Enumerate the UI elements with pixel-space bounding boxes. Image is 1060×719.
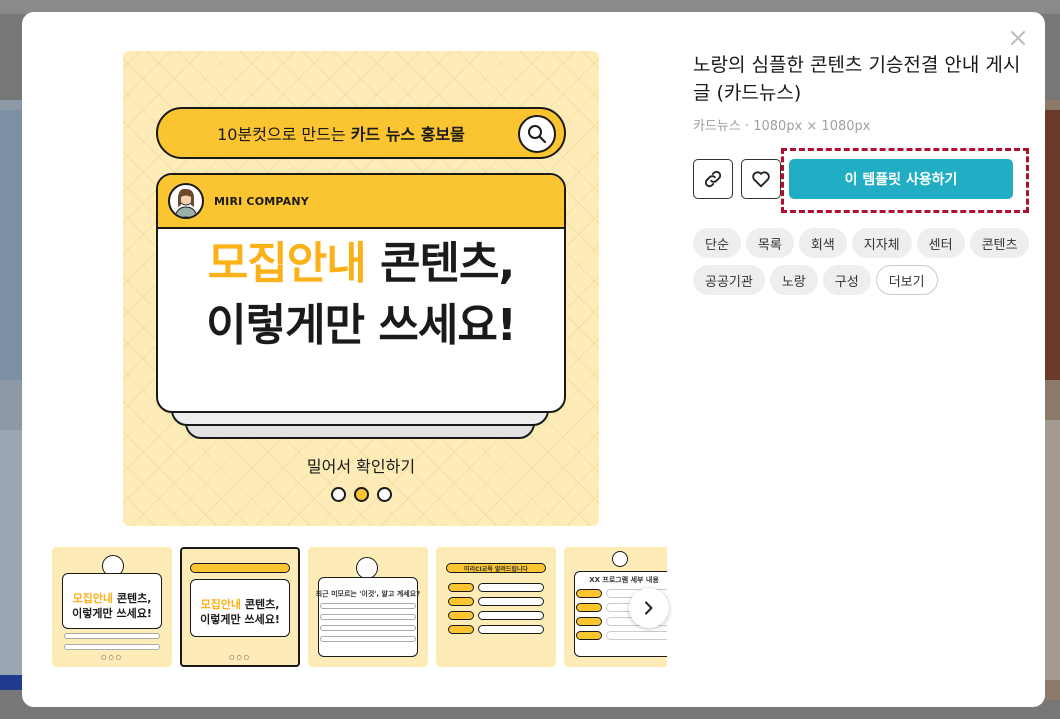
- avatar: [168, 183, 204, 219]
- headline-line2: 이렇게만 쓰세요!: [206, 300, 517, 351]
- tag-chip[interactable]: 구성: [822, 265, 871, 295]
- swipe-instruction: 밀어서 확인하기: [306, 457, 416, 476]
- thumbnail-title: 모집안내 콘텐츠, 이렇게만 쓰세요!: [200, 598, 280, 626]
- thumbnail-rows: [448, 583, 544, 639]
- thumbnail-title: XX 프로그램 세부 내용: [589, 576, 659, 584]
- headline-accent: 모집안내: [207, 238, 367, 289]
- preview-card: MIRI COMPANY 모집안내 콘텐츠, 이렇게만 쓰세요!: [156, 173, 566, 413]
- tag-chip[interactable]: 공공기관: [693, 265, 765, 295]
- thumbnail-next-button[interactable]: [629, 588, 669, 628]
- tag-chip[interactable]: 센터: [916, 228, 965, 258]
- template-meta: 카드뉴스 · 1080px × 1080px: [693, 119, 871, 134]
- thumbnail-title: 미리CI교육 알려드립니다: [464, 566, 528, 573]
- thumbnail-dots: ○○○: [229, 654, 251, 661]
- preview-search-bar: 10분컷으로 만드는 카드 뉴스 홍보물: [156, 107, 566, 159]
- page-dot: [376, 487, 392, 502]
- thumbnail-title: 최근 미모르는 '이것', 알고 계세요?: [315, 590, 421, 598]
- close-icon: [1011, 31, 1025, 45]
- tag-chip[interactable]: 노랑: [769, 265, 818, 295]
- close-button[interactable]: [1007, 27, 1029, 49]
- card-header: MIRI COMPANY: [158, 175, 564, 229]
- tag-chip[interactable]: 단순: [693, 228, 741, 258]
- thumbnail-2[interactable]: 모집안내 콘텐츠, 이렇게만 쓰세요! ○○○: [180, 547, 300, 667]
- link-icon: [704, 170, 722, 188]
- background-right-content: [1045, 100, 1060, 700]
- thumbnail-avatar: [356, 557, 378, 579]
- thumbnail-dots: ○○○: [101, 654, 123, 661]
- page-indicator: [123, 487, 599, 502]
- use-template-button[interactable]: 이 템플릿 사용하기: [789, 159, 1013, 199]
- thumbnail-1[interactable]: 모집안내 콘텐츠, 이렇게만 쓰세요! ○○○: [52, 547, 172, 667]
- page-dot-active: [353, 487, 369, 502]
- search-bar-text: 10분컷으로 만드는: [217, 125, 351, 144]
- copy-link-button[interactable]: [693, 159, 733, 199]
- template-preview: 10분컷으로 만드는 카드 뉴스 홍보물 MIRI COMPANY 모집안내 콘…: [123, 51, 599, 526]
- thumbnail-title: 모집안내 콘텐츠, 이렇게만 쓰세요!: [72, 592, 152, 620]
- company-name: MIRI COMPANY: [214, 194, 309, 208]
- thumbnail-4[interactable]: 미리CI교육 알려드립니다: [436, 547, 556, 667]
- tag-chip[interactable]: 회색: [798, 228, 847, 258]
- search-icon: [518, 115, 556, 153]
- thumbnail-lines: [64, 633, 160, 655]
- tags-more-button[interactable]: 더보기: [875, 265, 938, 295]
- thumbnail-bar: [190, 563, 290, 573]
- tag-chip[interactable]: 콘텐츠: [969, 228, 1030, 258]
- thumbnail-strip: 모집안내 콘텐츠, 이렇게만 쓰세요! ○○○ 모집안내 콘텐츠, 이렇게만 쓰세요…: [52, 547, 667, 667]
- tag-chip[interactable]: 지자체: [851, 228, 912, 258]
- search-bar-bold-text: 카드 뉴스 홍보물: [350, 125, 465, 144]
- tag-list: 단순 목록 회색 지자체 센터 콘텐츠 공공기관 노랑 구성 더보기: [693, 228, 1033, 295]
- headline-rest: 콘텐츠,: [365, 238, 515, 289]
- thumbnail-avatar: [612, 551, 628, 567]
- tag-chip[interactable]: 목록: [745, 228, 794, 258]
- favorite-button[interactable]: [741, 159, 781, 199]
- heart-icon: [752, 171, 770, 188]
- preview-headline: 모집안내 콘텐츠, 이렇게만 쓰세요!: [158, 233, 564, 357]
- thumbnail-3[interactable]: 최근 미모르는 '이것', 알고 계세요?: [308, 547, 428, 667]
- page-dot: [330, 487, 346, 502]
- template-title: 노랑의 심플한 콘텐츠 기승전결 안내 게시글 (카드뉴스): [693, 54, 1021, 104]
- template-detail-modal: 10분컷으로 만드는 카드 뉴스 홍보물 MIRI COMPANY 모집안내 콘…: [22, 12, 1045, 707]
- chevron-right-icon: [645, 601, 653, 615]
- thumbnail-lines: [320, 603, 416, 647]
- background-left-content: [0, 100, 22, 690]
